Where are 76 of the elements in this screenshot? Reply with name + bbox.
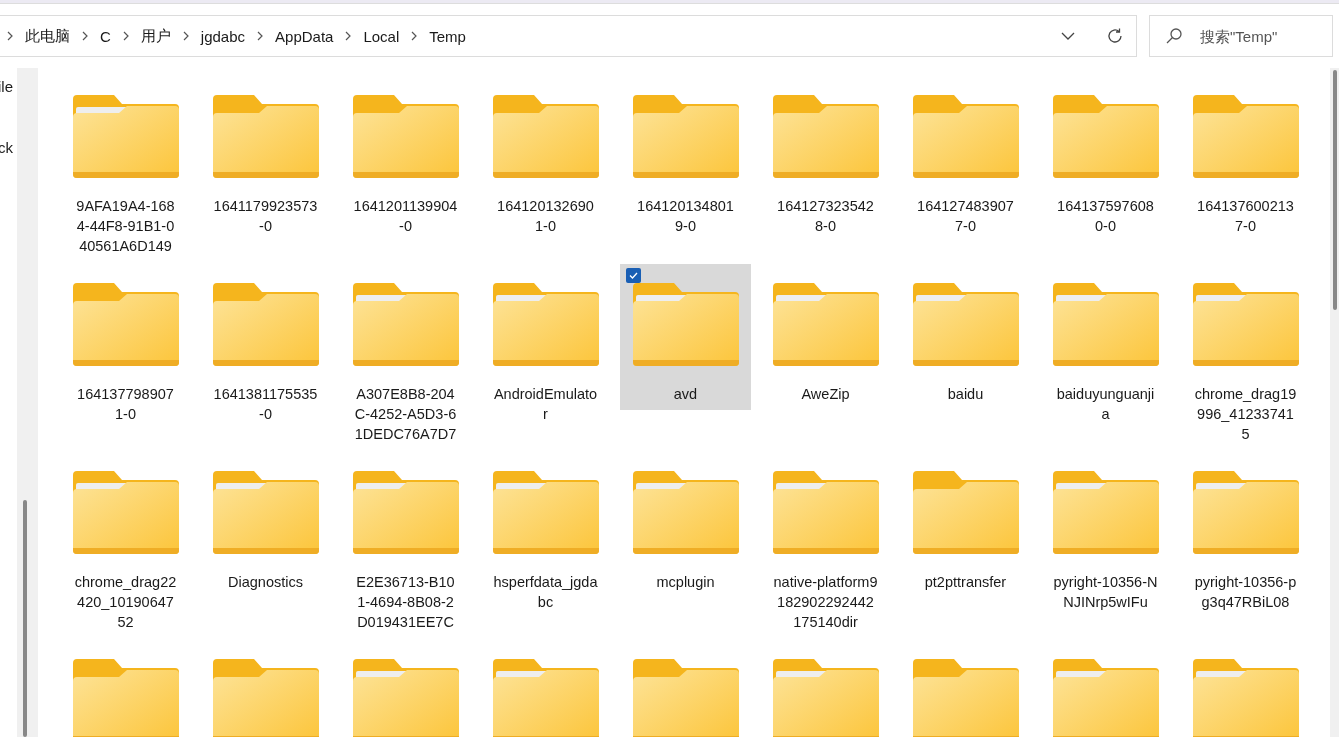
- breadcrumb[interactable]: Local: [363, 27, 400, 45]
- address-bar[interactable]: 此电脑 C 用户 jgdabc AppData Local Temp: [0, 15, 1137, 57]
- scrollbar[interactable]: [1330, 68, 1339, 737]
- folder-item[interactable]: AweZip: [760, 264, 891, 410]
- chevron-icon: [256, 30, 265, 42]
- chevron-icon: [410, 30, 419, 42]
- folder-item[interactable]: 1641201139904-0: [340, 76, 471, 242]
- folder-name: Diagnostics: [227, 573, 304, 592]
- scrollbar[interactable]: [17, 68, 38, 737]
- breadcrumb[interactable]: C: [100, 27, 111, 45]
- folder-item[interactable]: 1641376002137-0: [1180, 76, 1311, 242]
- folder-name: 1641274839077-0: [916, 197, 1015, 236]
- folder-name: 1641381175535-0: [213, 385, 318, 424]
- folder-name: pyright-10356-NNJINrp5wIFu: [1053, 573, 1158, 612]
- folder-name: 1641376002137-0: [1196, 197, 1295, 236]
- folder-name: 1641201348019-0: [636, 197, 735, 236]
- folder-name: 9AFA19A4-1684-44F8-91B1-040561A6D149: [75, 197, 176, 256]
- folder-name: 1641273235428-0: [776, 197, 875, 236]
- folder-item[interactable]: AndroidEmulator: [480, 264, 611, 430]
- folder-name: 1641201139904-0: [353, 197, 458, 236]
- folder-name: baiduyunguanjia: [1055, 385, 1156, 424]
- folder-item[interactable]: chrome_drag19996_412337415: [1180, 264, 1311, 450]
- folder-item[interactable]: native-platform9182902292442175140dir: [760, 452, 891, 638]
- folder-name: 1641377989071-0: [76, 385, 175, 424]
- folder-name: mcplugin: [655, 573, 716, 592]
- folder-item[interactable]: mcplugin: [620, 452, 751, 598]
- folder-name: pt2pttransfer: [923, 573, 1008, 592]
- folder-name: pyright-10356-pg3q47RBiL08: [1193, 573, 1298, 612]
- folder-name: chrome_drag22420_1019064752: [73, 573, 178, 632]
- checkbox[interactable]: [626, 268, 641, 283]
- folder-item[interactable]: chrome_drag22420_1019064752: [60, 452, 191, 638]
- chevron-icon: [344, 30, 353, 42]
- folder-name: chrome_drag19996_412337415: [1193, 385, 1298, 444]
- folder-item[interactable]: hsperfdata_jgdabc: [480, 452, 611, 618]
- folder-name: 1641179923573-0: [213, 197, 318, 236]
- chevron-icon: [121, 30, 130, 42]
- chevron-icon: [6, 30, 14, 42]
- refresh-icon[interactable]: [1106, 27, 1124, 45]
- folder-item[interactable]: baidu: [900, 264, 1031, 410]
- folder-item[interactable]: 1641375976080-0: [1040, 76, 1171, 242]
- search-field[interactable]: 搜索"Temp": [1149, 15, 1333, 57]
- folder-name: avd: [672, 385, 699, 404]
- folder-item[interactable]: 1641201326901-0: [480, 76, 611, 242]
- folder-item[interactable]: 1641179923573-0: [200, 76, 331, 242]
- folder-name: 1641375976080-0: [1056, 197, 1155, 236]
- folder-item[interactable]: pyright-10356-NNJINrp5wIFu: [1040, 452, 1171, 618]
- folder-name: AweZip: [800, 385, 851, 404]
- folder-name: A307E8B8-204C-4252-A5D3-61DEDC76A7D7: [353, 385, 458, 444]
- folder-item[interactable]: avd: [620, 264, 751, 410]
- folder-item[interactable]: 1641274839077-0: [900, 76, 1031, 242]
- chevron-icon: [181, 30, 190, 42]
- folder-name: native-platform9182902292442175140dir: [773, 573, 878, 632]
- folder-name: 1641201326901-0: [496, 197, 595, 236]
- folder-item[interactable]: E2E36713-B101-4694-8B08-2D019431EE7C: [340, 452, 471, 638]
- breadcrumb[interactable]: Temp: [429, 27, 466, 45]
- folder-name: hsperfdata_jgdabc: [493, 573, 598, 612]
- folder-item[interactable]: baiduyunguanjia: [1040, 264, 1171, 430]
- folder-item[interactable]: A307E8B8-204C-4252-A5D3-61DEDC76A7D7: [340, 264, 471, 450]
- breadcrumb[interactable]: 用户: [140, 26, 171, 46]
- dropdown-icon[interactable]: [1061, 31, 1075, 41]
- folder-item[interactable]: 1641381175535-0: [200, 264, 331, 430]
- folder-item[interactable]: 9AFA19A4-1684-44F8-91B1-040561A6D149: [60, 76, 191, 262]
- breadcrumb[interactable]: AppData: [275, 27, 334, 45]
- breadcrumb[interactable]: jgdabc: [200, 27, 246, 45]
- chevron-icon: [81, 30, 89, 42]
- folder-name: baidu: [946, 385, 985, 404]
- folder-item[interactable]: pyright-10356-pg3q47RBiL08: [1180, 452, 1311, 618]
- search-icon: [1165, 27, 1183, 45]
- folder-name: AndroidEmulator: [493, 385, 598, 424]
- folder-item[interactable]: Diagnostics: [200, 452, 331, 598]
- folder-item[interactable]: 1641201348019-0: [620, 76, 751, 242]
- folder-item[interactable]: 1641273235428-0: [760, 76, 891, 242]
- breadcrumb[interactable]: 此电脑: [25, 26, 70, 46]
- folder-item[interactable]: pt2pttransfer: [900, 452, 1031, 598]
- folder-name: E2E36713-B101-4694-8B08-2D019431EE7C: [355, 573, 456, 632]
- folder-item[interactable]: 1641377989071-0: [60, 264, 191, 430]
